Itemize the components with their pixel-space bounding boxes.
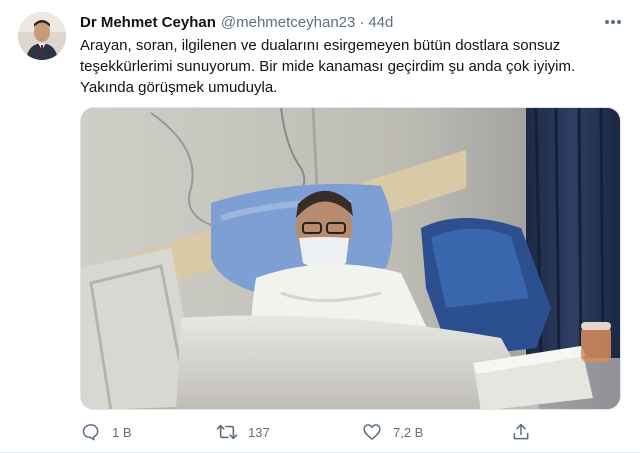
hospital-bed-photo (81, 108, 620, 409)
avatar[interactable] (18, 12, 66, 60)
heart-icon (361, 421, 383, 443)
display-name[interactable]: Dr Mehmet Ceyhan (80, 14, 216, 31)
share-button[interactable] (510, 420, 532, 444)
reply-count: 1 B (112, 424, 132, 440)
retweet-button[interactable]: 137 (216, 420, 270, 444)
tweet-text-line: Arayan, soran, ilgilenen ve dualarını es… (80, 37, 561, 54)
share-icon (510, 421, 532, 443)
retweet-icon (216, 421, 238, 443)
separator-dot: · (359, 13, 365, 31)
tweet-text-line: Yakında görüşmek umuduyla. (80, 79, 278, 96)
retweet-count: 137 (248, 424, 270, 440)
action-bar: 1 B 137 7,2 B (74, 420, 544, 444)
like-button[interactable]: 7,2 B (361, 420, 423, 444)
more-button[interactable] (602, 12, 624, 32)
timestamp[interactable]: 44d (368, 14, 393, 31)
tweet-text: Arayan, soran, ilgilenen ve dualarını es… (80, 35, 620, 98)
tweet-text-line: teşekkürlerimi sunuyorum. Bir mide kanam… (80, 58, 576, 75)
avatar-photo (18, 12, 66, 60)
tweet-photo[interactable] (80, 107, 621, 410)
reply-button[interactable]: 1 B (80, 420, 132, 444)
tweet[interactable]: Dr Mehmet Ceyhan @mehmetceyhan23 · 44d A… (0, 0, 640, 453)
tweet-header: Dr Mehmet Ceyhan @mehmetceyhan23 · 44d (80, 12, 393, 32)
more-dots-icon (605, 20, 621, 24)
like-count: 7,2 B (393, 424, 424, 440)
user-handle[interactable]: @mehmetceyhan23 (221, 14, 355, 31)
reply-icon (80, 421, 102, 443)
